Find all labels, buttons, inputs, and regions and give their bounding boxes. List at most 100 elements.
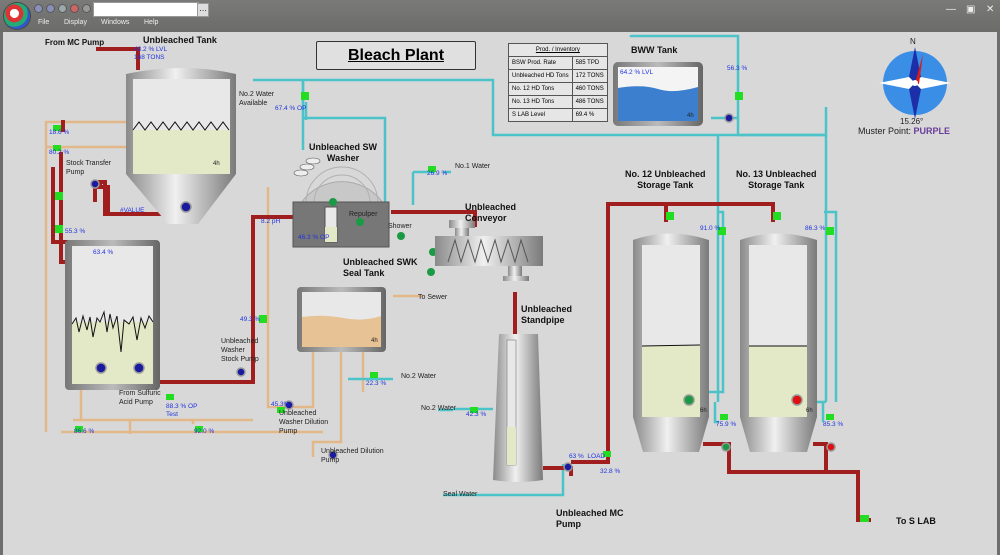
process-canvas: Bleach Plant Prod. / Inventory BSW Prod.… (3, 32, 997, 555)
from-mc-pump-label: From MC Pump (45, 38, 105, 47)
valve-value: 18.6 % (49, 129, 70, 136)
menu-windows[interactable]: Windows (101, 19, 129, 26)
menu-file[interactable]: File (38, 19, 49, 26)
sw-washer-label: Unbleached SW Washer (309, 142, 378, 163)
bww-pump-icon (724, 113, 734, 123)
no13-tank-label: No. 13 Unbleached Storage Tank (736, 169, 817, 190)
ph-value: 8.2 pH (261, 218, 281, 225)
valve-value: 80.2 % (49, 149, 70, 156)
valve-value: 67.4 % OP (275, 105, 307, 112)
no2-water-label-a: No.2 Water (401, 373, 437, 380)
mc-pump-icon (563, 462, 573, 472)
no2-water-label-b: No.2 Water (421, 405, 457, 412)
valve-value: 75.9 % (716, 421, 737, 428)
print-icon[interactable] (58, 4, 67, 13)
valve-value: 26.9 % (427, 170, 448, 177)
muster-point: Muster Point: PURPLE (858, 126, 951, 136)
valve-value: 55.3 % (65, 228, 86, 235)
dilution-pump-label: Unbleached Dilution Pump (321, 448, 384, 464)
app-logo-icon[interactable] (4, 3, 30, 29)
stop-icon[interactable] (70, 4, 79, 13)
valve-value: 45.3% (271, 401, 290, 408)
washer-stock-pump-label: Unbleached Washer Stock Pump (221, 338, 259, 363)
conveyor-label: Unbleached Conveyor (465, 202, 517, 223)
valve-value: 56.3 % (727, 65, 748, 72)
table-row: BSW Prod. Rate 585 TPD (508, 56, 608, 70)
table-row: Unbleached HD Tons 172 TONS (508, 69, 608, 83)
refresh-icon[interactable] (82, 4, 91, 13)
menu-help[interactable]: Help (144, 19, 158, 26)
no13-agitator-icon (791, 394, 803, 406)
no12-pump-icon (721, 442, 731, 452)
minimize-button[interactable]: — (946, 4, 956, 15)
stock-chest[interactable] (65, 240, 160, 390)
restore-button[interactable]: ▣ (966, 4, 975, 15)
no12-tank-label: No. 12 Unbleached Storage Tank (625, 169, 706, 190)
washer-dilution-pump-label: Unbleached Washer Dilution Pump (279, 410, 329, 435)
muster-value: PURPLE (913, 126, 951, 136)
table-row: S LAB Level 69.4 % (508, 108, 608, 122)
process-diagram (44, 34, 951, 522)
swk-seal-tank-label: Unbleached SWK Seal Tank (343, 257, 418, 278)
mc-pump-label: Unbleached MC Pump (556, 508, 624, 529)
no13-storage-tank[interactable] (740, 233, 817, 453)
standpipe[interactable] (493, 334, 543, 482)
conveyor[interactable] (435, 220, 543, 281)
hours-label: 6h (700, 408, 707, 414)
valve-value: 32.8 % (600, 468, 621, 475)
washer-stock-pump-icon (236, 367, 246, 377)
no12-agitator-icon (683, 394, 695, 406)
valve-value: 86.6 % (74, 428, 95, 435)
page-title: Bleach Plant (316, 41, 476, 70)
stock-transfer-pump-label: Stock Transfer Pump (66, 160, 112, 176)
no13-pump-icon (826, 442, 836, 452)
vat-level: 63.4 % (93, 249, 114, 256)
bww-level: 64.2 % LVL (620, 69, 654, 76)
address-input[interactable] (93, 2, 199, 17)
to-sewer-label: To Sewer (418, 294, 448, 301)
compass-north: N (910, 37, 916, 46)
stock-transfer-pump-icon (90, 179, 100, 189)
washer-op: 46.3 % OP (298, 234, 330, 241)
repulper-label: Repulper (349, 211, 378, 218)
valve-value: 88.3 % OP Test (166, 403, 198, 418)
inventory-table: Prod. / Inventory BSW Prod. Rate 585 TPD … (508, 43, 608, 122)
mc-pump-load: 63 % LOAD (569, 453, 606, 460)
to-s-lab-label[interactable]: To S LAB (896, 516, 936, 527)
value-tag: #VALUE (120, 207, 145, 214)
forward-icon[interactable] (46, 4, 55, 13)
table-row: No. 12 HD Tons 460 TONS (508, 82, 608, 96)
bww-tank-label: BWW Tank (631, 45, 678, 55)
valve-value: 92.0 % (194, 428, 215, 435)
inventory-header: Prod. / Inventory (508, 43, 608, 57)
shower-label: Shower (388, 223, 412, 230)
close-button[interactable]: ✕ (986, 4, 994, 15)
compass-heading: 15.26° (900, 117, 924, 126)
standpipe-label: Unbleached Standpipe (521, 304, 573, 325)
address-dropdown-button[interactable]: … (197, 3, 209, 17)
hours-label: 6h (806, 408, 813, 414)
table-row: No. 13 HD Tons 486 TONS (508, 95, 608, 109)
unbleached-tank[interactable] (126, 68, 236, 224)
agitator-icon (180, 201, 192, 213)
unbleached-tank-label: Unbleached Tank (143, 35, 217, 45)
menu-display[interactable]: Display (64, 19, 87, 26)
hours-label: 4h (371, 338, 378, 344)
unbleached-tank-level: 43.2 % LVL 168 TONS (134, 46, 168, 61)
title-bar: … File Display Windows Help — ▣ ✕ (0, 0, 1000, 32)
sulfuric-label: From Sulfuric Acid Pump (119, 390, 161, 406)
back-icon[interactable] (34, 4, 43, 13)
valve-value: 86.3 % (805, 225, 826, 232)
valve-value: 85.3 % (823, 421, 844, 428)
valve-value: 49.3 % (240, 316, 261, 323)
valve-value: 91.0 % (700, 225, 721, 232)
compass-rose-icon (879, 47, 951, 119)
no2-water-available-label: No.2 Water Available (239, 91, 275, 107)
valve-value: 22.3 % (366, 380, 387, 387)
no12-storage-tank[interactable] (633, 233, 709, 453)
no1-water-label: No.1 Water (455, 163, 491, 170)
seal-water-label: Seal Water (443, 491, 478, 498)
hours-label: 4h (687, 113, 694, 119)
valve-value: 42.3 % (466, 411, 487, 418)
hours-label: 4h (213, 161, 220, 167)
